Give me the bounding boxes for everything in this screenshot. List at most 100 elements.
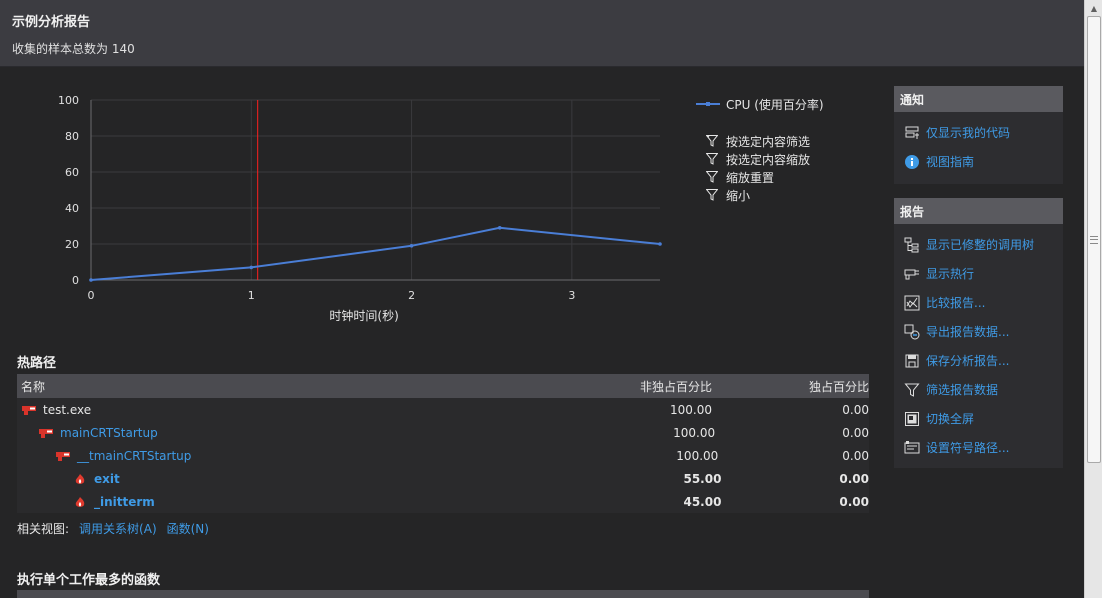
report-link-label: 保存分析报告... — [926, 354, 1010, 368]
report-link-symbol-path[interactable]: 设置符号路径... — [894, 433, 1063, 462]
exclusive-cell: 0.00 — [839, 494, 869, 509]
function-name-cell: exit — [17, 472, 547, 486]
inclusive-cell: 100.00 — [676, 448, 719, 463]
function-name[interactable]: mainCRTStartup — [60, 426, 158, 440]
y-tick-label: 80 — [65, 130, 79, 143]
legend-item-cpu: CPU (使用百分率) — [696, 96, 824, 112]
report-link-hot-lines[interactable]: 显示热行 — [894, 259, 1063, 288]
x-tick-label: 1 — [248, 289, 255, 302]
zoom-to-selection-label: 按选定内容缩放 — [726, 152, 811, 167]
chart-legend: CPU (使用百分率) — [696, 96, 824, 112]
chart-actions: 按选定内容筛选 按选定内容缩放 缩放重置 缩小 — [706, 132, 810, 204]
report-link-call-tree[interactable]: 显示已修整的调用树 — [894, 230, 1063, 259]
zoom-to-selection-button[interactable]: 按选定内容缩放 — [706, 150, 810, 168]
x-axis-label: 时钟时间(秒) — [329, 308, 398, 323]
filter-icon — [706, 189, 718, 201]
filter-icon — [706, 171, 718, 183]
cpu-series-line — [90, 226, 661, 281]
call-tree-link[interactable]: 调用关系树(A) — [79, 520, 157, 537]
function-name[interactable]: __tmainCRTStartup — [77, 449, 191, 463]
cpu-data-point — [497, 226, 502, 230]
x-tick-label: 2 — [408, 289, 415, 302]
export-icon — [904, 324, 920, 339]
flame-icon — [75, 473, 85, 484]
cpu-data-point — [89, 278, 93, 282]
x-tick-label: 0 — [88, 289, 95, 302]
cpu-chart-svg: 0 20 40 60 80 100 0 1 2 3 时钟时间(秒) — [58, 94, 662, 323]
table-row[interactable]: mainCRTStartup 100.00 0.00 — [17, 421, 869, 444]
report-link-fullscreen[interactable]: 切换全屏 — [894, 404, 1063, 433]
report-link-label: 导出报告数据... — [926, 325, 1010, 339]
exclusive-cell: 0.00 — [842, 425, 869, 440]
filter-icon — [706, 153, 718, 165]
function-name: test.exe — [43, 402, 92, 417]
table-row[interactable]: exit 55.00 0.00 — [17, 467, 869, 490]
hot-path-table: 名称 非独占百分比 独占百分比 test.exe 100.00 0.00 mainCR… — [17, 374, 869, 513]
reports-panel: 报告 显示已修整的调用树 显示热行比较报告... 导出报告数据... 保存分析报告..… — [894, 198, 1063, 468]
report-title: 示例分析报告 — [12, 15, 91, 30]
report-link-label: 显示已修整的调用树 — [926, 238, 1035, 252]
column-exclusive[interactable]: 独占百分比 — [712, 378, 869, 395]
function-name-cell: test.exe — [17, 403, 526, 417]
related-views: 相关视图: 调用关系树(A) 函数(N) — [17, 520, 209, 537]
table-row[interactable]: _initterm 45.00 0.00 — [17, 490, 869, 513]
vertical-scrollbar[interactable]: ▲ — [1084, 0, 1102, 598]
compare-icon — [904, 295, 920, 310]
cpu-chart[interactable]: 0 20 40 60 80 100 0 1 2 3 时钟时间(秒) — [50, 92, 690, 332]
hot-lines-icon — [904, 269, 919, 279]
report-link-label: 显示热行 — [926, 267, 975, 281]
view-guide-link[interactable]: 视图指南 — [894, 147, 1063, 176]
column-name[interactable]: 名称 — [17, 378, 526, 395]
functions-link[interactable]: 函数(N) — [167, 520, 209, 537]
just-my-code-icon — [905, 126, 919, 139]
filter-icon — [904, 383, 920, 397]
function-name-cell: _initterm — [17, 495, 547, 509]
table-row[interactable]: test.exe 100.00 0.00 — [17, 398, 869, 421]
inclusive-cell: 100.00 — [670, 402, 712, 417]
scrollbar-grip — [1090, 236, 1098, 244]
column-inclusive[interactable]: 非独占百分比 — [526, 378, 712, 395]
y-tick-label: 40 — [65, 202, 79, 215]
hot-path-icon — [22, 405, 36, 415]
save-icon — [905, 354, 919, 367]
y-tick-label: 60 — [65, 166, 79, 179]
filter-by-selection-button[interactable]: 按选定内容筛选 — [706, 132, 810, 150]
filter-selection-icon — [706, 135, 718, 147]
y-tick-label: 0 — [72, 274, 79, 287]
report-link-save[interactable]: 保存分析报告... — [894, 346, 1063, 375]
exclusive-cell: 0.00 — [839, 471, 869, 486]
related-views-label: 相关视图: — [17, 522, 70, 536]
hot-path-icon — [39, 428, 53, 438]
cpu-data-point — [249, 265, 254, 270]
function-name[interactable]: exit — [94, 472, 120, 486]
function-name[interactable]: _initterm — [94, 495, 155, 509]
exclusive-cell: 0.00 — [842, 402, 869, 417]
inclusive-cell: 55.00 — [683, 471, 722, 486]
cpu-data-point — [658, 242, 662, 246]
functions-table-header — [17, 590, 869, 598]
report-link-export[interactable]: 导出报告数据... — [894, 317, 1063, 346]
zoom-out-button[interactable]: 缩小 — [706, 186, 810, 204]
inclusive-cell: 45.00 — [683, 494, 722, 509]
hot-path-header: 名称 非独占百分比 独占百分比 — [17, 374, 869, 398]
report-link-compare[interactable]: 比较报告... — [894, 288, 1063, 317]
x-tick-label: 3 — [568, 289, 575, 302]
notifications-title: 通知 — [894, 86, 1063, 112]
reset-zoom-button[interactable]: 缩放重置 — [706, 168, 810, 186]
sample-count: 收集的样本总数为 140 — [12, 42, 135, 56]
notifications-panel: 通知 仅显示我的代码 视图指南 — [894, 86, 1063, 184]
report-link-label: 切换全屏 — [926, 412, 975, 426]
zoom-out-label: 缩小 — [726, 188, 751, 203]
cpu-data-point — [409, 244, 414, 248]
report-link-label: 筛选报告数据 — [926, 383, 999, 397]
view-guide-label: 视图指南 — [926, 155, 975, 169]
reports-title: 报告 — [894, 198, 1063, 224]
report-link-filter[interactable]: 筛选报告数据 — [894, 375, 1063, 404]
just-my-code-link[interactable]: 仅显示我的代码 — [894, 118, 1063, 147]
fullscreen-icon — [905, 411, 919, 426]
table-row[interactable]: __tmainCRTStartup 100.00 0.00 — [17, 444, 869, 467]
scroll-up-arrow[interactable]: ▲ — [1085, 0, 1102, 16]
legend-swatch — [696, 102, 720, 106]
y-tick-label: 100 — [58, 94, 79, 107]
y-tick-label: 20 — [65, 238, 79, 251]
